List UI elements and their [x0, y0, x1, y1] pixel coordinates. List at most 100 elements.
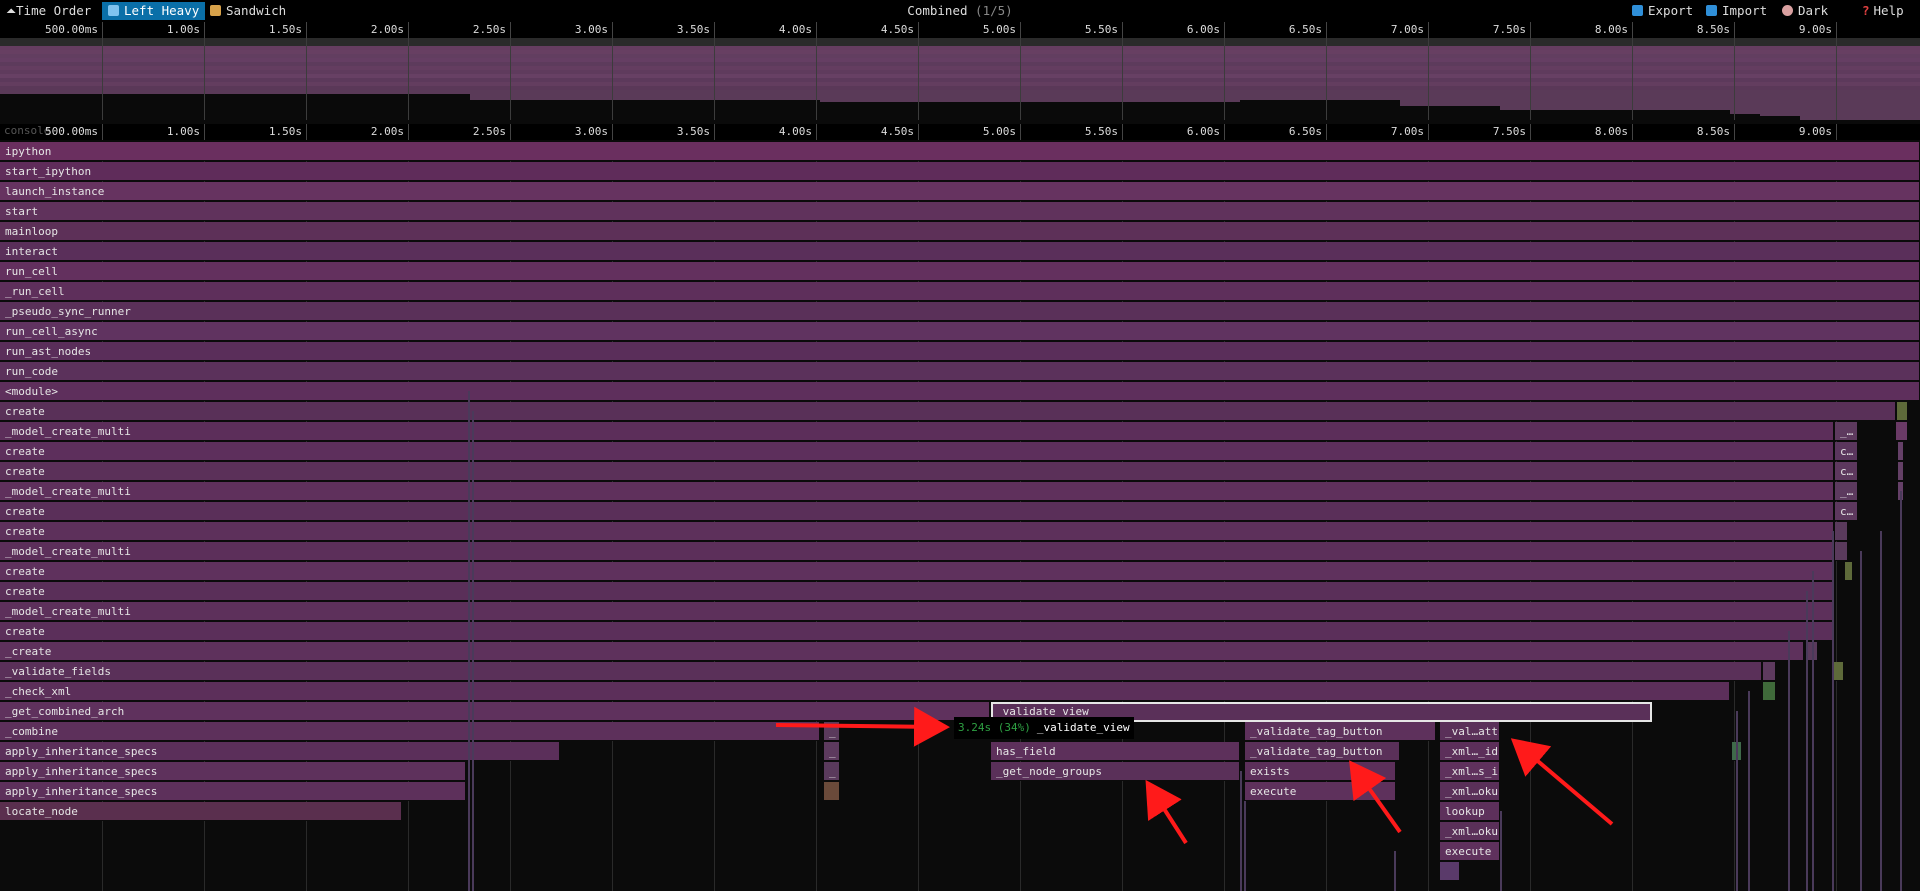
flame-frame[interactable]: _xml…s_i: [1440, 762, 1500, 781]
flame-frame[interactable]: create: [0, 502, 1834, 521]
flame-frame[interactable]: _validate_tag_button: [1245, 722, 1436, 741]
flame-frame[interactable]: [824, 782, 840, 801]
minimap-gridline: [102, 38, 103, 120]
import-icon: [1706, 5, 1717, 16]
ruler-tick: [1836, 124, 1837, 140]
flame-frame[interactable]: run_code: [0, 362, 1920, 381]
ruler-tick-label: 8.50s: [1696, 23, 1730, 36]
flame-frame[interactable]: create: [0, 442, 1834, 461]
flame-frame[interactable]: create: [0, 562, 1834, 581]
flame-frame[interactable]: [1835, 522, 1848, 541]
flame-frame[interactable]: _xml…_id: [1440, 742, 1500, 761]
ruler-tick-label: 4.00s: [778, 23, 812, 36]
ruler-tick-label: 7.50s: [1492, 125, 1526, 138]
ruler-tick: [1428, 22, 1429, 38]
flame-frame[interactable]: create: [0, 462, 1834, 481]
flame-frame[interactable]: start_ipython: [0, 162, 1920, 181]
flame-frame[interactable]: _model_create_multi: [0, 482, 1834, 501]
minimap-gridline: [1122, 38, 1123, 120]
flame-frame[interactable]: _: [824, 762, 840, 781]
thin-frame-stack: [1748, 691, 1750, 891]
flame-frame[interactable]: run_cell: [0, 262, 1920, 281]
minimap[interactable]: [0, 38, 1920, 120]
flame-frame[interactable]: _validate_tag_button: [1245, 742, 1400, 761]
flame-frame[interactable]: _get_node_groups: [991, 762, 1240, 781]
flame-frame[interactable]: has_field: [991, 742, 1240, 761]
flame-frame[interactable]: _model_create_multi: [0, 602, 1834, 621]
flame-frame[interactable]: run_cell_async: [0, 322, 1920, 341]
flame-frame[interactable]: start: [0, 202, 1920, 221]
flame-frame[interactable]: apply_inheritance_specs: [0, 782, 466, 801]
flame-frame[interactable]: locate_node: [0, 802, 402, 821]
flame-frame[interactable]: _validate_fields: [0, 662, 1762, 681]
flame-frame[interactable]: _…: [1835, 482, 1858, 501]
ruler-tick: [1428, 124, 1429, 140]
flame-frame[interactable]: create: [0, 622, 1834, 641]
flame-frame[interactable]: launch_instance: [0, 182, 1920, 201]
flame-frame[interactable]: [1897, 402, 1908, 421]
thin-frame-stack: [1860, 551, 1862, 891]
flame-frame[interactable]: apply_inheritance_specs: [0, 762, 466, 781]
import-button[interactable]: Import: [1700, 2, 1773, 20]
flame-frame[interactable]: [1763, 662, 1776, 681]
ruler-tick: [1632, 22, 1633, 38]
flame-frame[interactable]: c…: [1835, 502, 1858, 521]
flame-frame[interactable]: _run_cell: [0, 282, 1920, 301]
export-button[interactable]: Export: [1626, 2, 1699, 20]
flame-frame[interactable]: [1834, 662, 1844, 681]
flame-frame[interactable]: [1763, 682, 1776, 701]
thin-frame-stack: [1806, 591, 1808, 891]
flame-frame[interactable]: interact: [0, 242, 1920, 261]
thin-frame-stack: [1240, 771, 1242, 891]
ruler-tick-label: 5.50s: [1084, 23, 1118, 36]
flame-frame[interactable]: create: [0, 522, 1834, 541]
flame-frame[interactable]: _model_create_multi: [0, 422, 1834, 441]
flame-frame[interactable]: _xml…oku: [1440, 822, 1500, 841]
flame-frame[interactable]: apply_inheritance_specs: [0, 742, 560, 761]
flame-frame[interactable]: ipython: [0, 142, 1920, 161]
time-ruler-flamegraph: console 500.00ms 1.00s 1.50s 2.00s 2.50s 3.00…: [0, 124, 1920, 140]
flame-frame[interactable]: _: [824, 742, 840, 761]
flame-frame[interactable]: _…: [1835, 422, 1858, 441]
ruler-tick: [102, 124, 103, 140]
ruler-tick-label: 9.00s: [1798, 125, 1832, 138]
ruler-tick: [306, 124, 307, 140]
flame-frame[interactable]: mainloop: [0, 222, 1920, 241]
flame-frame[interactable]: _get_combined_arch: [0, 702, 990, 721]
flame-frame[interactable]: lookup: [1440, 802, 1500, 821]
ruler-tick: [918, 124, 919, 140]
tooltip-time: 3.24s (34%): [958, 721, 1031, 734]
thin-frame-stack: [1736, 711, 1738, 891]
flame-frame[interactable]: _model_create_multi: [0, 542, 1834, 561]
flame-frame[interactable]: [1440, 862, 1460, 881]
flame-frame[interactable]: _check_xml: [0, 682, 1730, 701]
ruler-tick-label: 6.50s: [1288, 125, 1322, 138]
flame-frame[interactable]: _val…attr: [1440, 722, 1500, 741]
flame-frame[interactable]: _xml…oku: [1440, 782, 1500, 801]
ruler-tick: [816, 22, 817, 38]
flamegraph[interactable]: ipython start_ipython launch_instance start…: [0, 142, 1920, 891]
flame-frame[interactable]: _create: [0, 642, 1804, 661]
flame-frame[interactable]: execute: [1245, 782, 1396, 801]
flame-frame[interactable]: c…: [1835, 442, 1858, 461]
flame-frame[interactable]: c…: [1835, 462, 1858, 481]
flame-frame[interactable]: [1898, 442, 1904, 461]
flame-frame[interactable]: run_ast_nodes: [0, 342, 1920, 361]
flame-frame[interactable]: [1835, 542, 1848, 561]
flame-frame[interactable]: exists: [1245, 762, 1396, 781]
flame-frame[interactable]: [1896, 422, 1908, 441]
flame-frame[interactable]: create: [0, 402, 1896, 421]
ruler-tick-label: 500.00ms: [45, 125, 98, 138]
dark-mode-button[interactable]: Dark: [1776, 2, 1834, 20]
flame-frame[interactable]: [1845, 562, 1853, 581]
flame-frame[interactable]: _: [824, 722, 840, 741]
help-button[interactable]: ? Help: [1856, 2, 1910, 20]
ruler-tick-label: 4.00s: [778, 125, 812, 138]
flame-frame[interactable]: [1898, 462, 1904, 481]
flame-frame[interactable]: create: [0, 582, 1834, 601]
flame-frame[interactable]: _pseudo_sync_runner: [0, 302, 1920, 321]
flame-frame[interactable]: _combine: [0, 722, 820, 741]
flame-frame[interactable]: <module>: [0, 382, 1920, 401]
flame-frame[interactable]: execute: [1440, 842, 1500, 861]
ruler-tick: [408, 22, 409, 38]
